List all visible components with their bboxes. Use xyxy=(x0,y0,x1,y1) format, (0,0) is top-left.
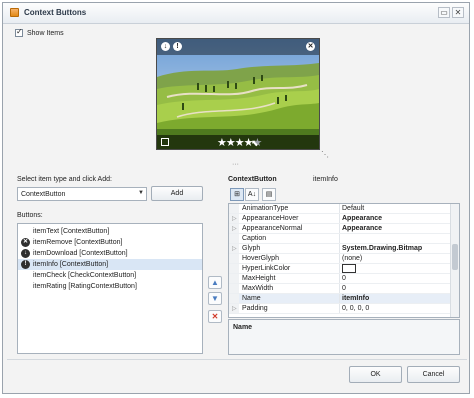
property-grid-scrollbar[interactable] xyxy=(450,204,459,317)
list-item-text: itemDownload [ContextButton] xyxy=(33,250,128,257)
expand-icon[interactable]: ▷ xyxy=(232,305,237,312)
footer-divider xyxy=(7,359,467,360)
property-row[interactable]: ▷ Glyph System.Drawing.Bitmap xyxy=(229,244,451,254)
property-value[interactable]: 0, 0, 0, 0 xyxy=(342,305,369,312)
property-row[interactable]: HyperLinkColor xyxy=(229,264,451,274)
property-name: MaxHeight xyxy=(242,275,276,282)
buttons-listbox[interactable]: itemText [ContextButton] ✕ itemRemove [C… xyxy=(17,223,203,354)
app-icon xyxy=(10,8,19,17)
property-description-panel: Name xyxy=(228,319,460,355)
remove-icon: ✕ xyxy=(21,238,30,247)
property-value[interactable]: (none) xyxy=(342,255,362,262)
context-buttons-dialog: Context Buttons ▭ ✕ Show Items xyxy=(2,2,470,394)
close-icon[interactable]: ✕ xyxy=(306,42,315,51)
property-row[interactable]: ▷ AppearanceNormal Appearance xyxy=(229,224,451,234)
property-name: AppearanceHover xyxy=(242,215,299,222)
property-row[interactable]: AnimationType Default xyxy=(229,204,451,214)
move-down-button[interactable]: ▼ xyxy=(208,292,222,305)
preview-image: ↓ ! ✕ ★★★★★ ⬉ xyxy=(156,38,320,150)
property-value[interactable]: itemInfo xyxy=(342,295,369,302)
window-title: Context Buttons xyxy=(24,8,87,17)
show-items-checkbox[interactable] xyxy=(15,27,23,37)
show-items-label[interactable]: Show Items xyxy=(27,30,64,37)
property-value[interactable]: Appearance xyxy=(342,215,382,222)
item-type-value: ContextButton xyxy=(21,191,66,198)
list-item[interactable]: itemText [ContextButton] xyxy=(18,226,202,237)
chevron-down-icon[interactable]: ▼ xyxy=(138,190,144,196)
list-item-text: itemRemove [ContextButton] xyxy=(33,239,123,246)
property-row[interactable]: MaxWidth 0 xyxy=(229,284,451,294)
color-swatch[interactable] xyxy=(342,264,356,273)
property-row[interactable]: MaxHeight 0 xyxy=(229,274,451,284)
property-object-type: ContextButton xyxy=(228,176,277,183)
ok-button[interactable]: OK xyxy=(349,366,402,383)
item-check-checkbox[interactable] xyxy=(161,138,169,146)
add-button[interactable]: Add xyxy=(151,186,203,201)
list-item-selected[interactable]: ! itemInfo [ContextButton] xyxy=(18,259,202,270)
list-item[interactable]: itemRating [RatingContextButton] xyxy=(18,281,202,292)
context-bar-bottom: ★★★★★ ⬉ xyxy=(157,135,319,149)
scrollbar-thumb[interactable] xyxy=(452,244,458,270)
property-row[interactable]: HoverGlyph (none) xyxy=(229,254,451,264)
property-object-name: itemInfo xyxy=(313,176,338,183)
info-icon: ! xyxy=(21,260,30,269)
property-value[interactable]: 0 xyxy=(342,275,346,282)
expand-icon[interactable]: ▷ xyxy=(232,225,237,232)
list-item[interactable]: ↓ itemDownload [ContextButton] xyxy=(18,248,202,259)
property-value[interactable]: Appearance xyxy=(342,225,382,232)
property-name: Glyph xyxy=(242,245,261,252)
info-icon[interactable]: ! xyxy=(173,42,182,51)
item-type-combo[interactable]: ContextButton ▼ xyxy=(17,187,147,201)
property-row[interactable]: Caption xyxy=(229,234,451,244)
remove-button[interactable]: ✕ xyxy=(208,310,222,323)
property-value[interactable]: Default xyxy=(342,205,364,212)
cancel-button[interactable]: Cancel xyxy=(407,366,460,383)
star-icon[interactable]: ★ xyxy=(235,137,245,149)
property-row[interactable]: ▷ Padding 0, 0, 0, 0 xyxy=(229,304,451,314)
property-name: HoverGlyph xyxy=(242,255,279,262)
property-name: Caption xyxy=(242,235,267,242)
move-up-button[interactable]: ▲ xyxy=(208,276,222,289)
cursor-icon: ⬉ xyxy=(251,138,259,148)
property-value[interactable]: System.Drawing.Bitmap xyxy=(342,245,422,252)
property-grid-toolbar: ⊞ A↓ ▤ xyxy=(228,187,460,202)
property-value[interactable]: 0 xyxy=(342,285,346,292)
resize-grip-icon[interactable]: ⋱ xyxy=(321,150,329,159)
property-name: HyperLinkColor xyxy=(242,265,291,272)
list-item[interactable]: ✕ itemRemove [ContextButton] xyxy=(18,237,202,248)
list-item-text: itemCheck [CheckContextButton] xyxy=(33,272,137,279)
star-icon[interactable]: ★ xyxy=(217,137,227,149)
property-name: Name xyxy=(242,295,261,302)
landscape-image xyxy=(157,39,319,149)
splitter-handle[interactable]: ··· xyxy=(232,161,239,168)
property-grid[interactable]: AnimationType Default ▷ AppearanceHover … xyxy=(228,203,460,318)
download-icon: ↓ xyxy=(21,249,30,258)
categorized-icon[interactable]: ⊞ xyxy=(230,188,244,201)
title-bar: Context Buttons ▭ ✕ xyxy=(3,3,469,24)
sort-alpha-icon[interactable]: A↓ xyxy=(245,188,259,201)
description-title: Name xyxy=(233,324,253,331)
property-name: AppearanceNormal xyxy=(242,225,303,232)
star-icon[interactable]: ★ xyxy=(226,137,236,149)
property-row-selected[interactable]: Name itemInfo xyxy=(229,294,451,304)
property-pages-icon[interactable]: ▤ xyxy=(262,188,276,201)
buttons-list-label: Buttons: xyxy=(17,212,43,219)
close-button[interactable]: ✕ xyxy=(452,7,464,18)
add-instruction-label: Select item type and click Add: xyxy=(17,176,112,183)
property-name: MaxWidth xyxy=(242,285,274,292)
property-name: Padding xyxy=(242,305,268,312)
property-row[interactable]: ▷ AppearanceHover Appearance xyxy=(229,214,451,224)
list-item-text: itemRating [RatingContextButton] xyxy=(33,283,137,290)
restore-button[interactable]: ▭ xyxy=(438,7,450,18)
expand-icon[interactable]: ▷ xyxy=(232,215,237,222)
context-bar-top: ↓ ! ✕ xyxy=(157,39,319,55)
expand-icon[interactable]: ▷ xyxy=(232,245,237,252)
list-item-text: itemInfo [ContextButton] xyxy=(33,261,109,268)
list-item-text: itemText [ContextButton] xyxy=(33,228,110,235)
property-name: AnimationType xyxy=(242,205,289,212)
list-item[interactable]: itemCheck [CheckContextButton] xyxy=(18,270,202,281)
download-icon[interactable]: ↓ xyxy=(161,42,170,51)
